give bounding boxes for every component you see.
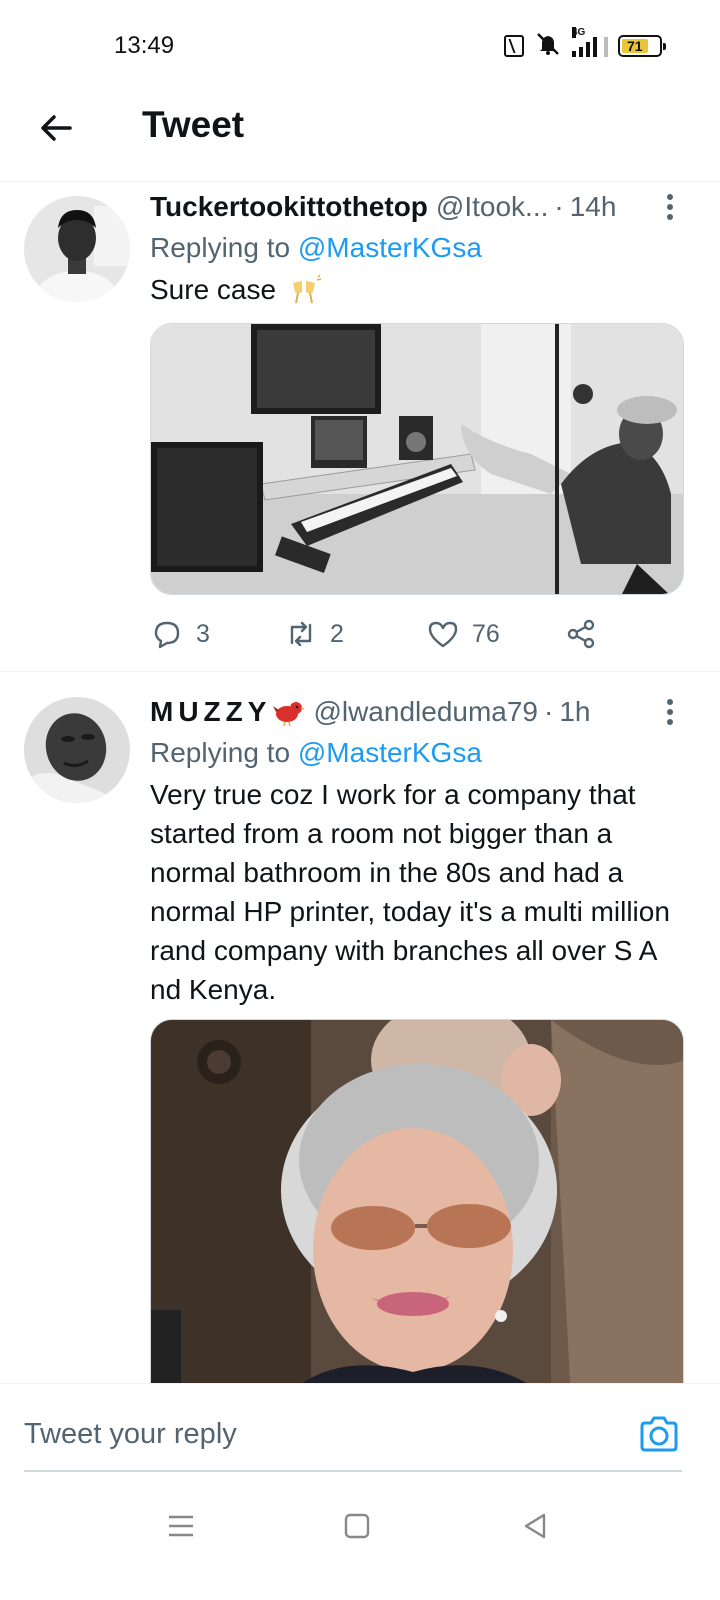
status-icons: 4G 71 [504,27,666,60]
tweet-media-image[interactable] [150,1019,684,1399]
mute-icon [534,32,562,60]
like-count: 76 [472,619,500,648]
top-app-bar: Tweet [0,90,720,182]
display-name[interactable]: MUZZY [150,696,271,728]
clinking-glasses-icon [292,275,322,304]
tweet-text-content: Sure case [150,274,277,305]
reply-button[interactable]: 3 [150,617,284,651]
replying-to-prefix: Replying to [150,737,298,768]
display-name[interactable]: Tuckertookittothetop [150,191,428,223]
mention-link[interactable]: @MasterKGsa [298,232,482,263]
reply-underline [24,1470,682,1472]
reply-composer [0,1383,720,1483]
share-button[interactable] [564,617,598,651]
heart-icon [428,621,458,648]
separator-dot: · [544,696,554,727]
user-handle[interactable]: @lwandleduma79 [313,696,538,728]
tweet-1[interactable]: Tuckertookittothetop @Itook... · 14h Rep… [0,182,720,672]
battery-icon: 71 [618,35,666,57]
reply-icon [154,621,180,649]
tweet-time: 1h [559,696,591,727]
home-square-icon[interactable] [342,1511,372,1541]
tweet-media-image[interactable] [150,323,684,595]
share-icon [567,619,595,649]
tweet-reply-input[interactable] [24,1414,624,1454]
nfc-icon [504,35,524,57]
menu-icon[interactable] [166,1511,196,1541]
red-bird-icon [273,702,306,726]
reply-count: 3 [196,619,210,648]
replying-to-prefix: Replying to [150,232,298,263]
replying-to: Replying to @MasterKGsa [150,737,682,769]
tweet-body: MUZZY @lwandleduma79 · 1h Replying to @M… [150,695,684,1399]
page-title: Tweet [142,104,245,145]
user-handle[interactable]: @Itook... [436,191,548,223]
retweet-icon [290,621,312,647]
tweet-text: Sure case [150,270,682,309]
back-triangle-icon[interactable] [520,1511,550,1541]
more-vertical-icon[interactable] [658,192,682,222]
status-bar: 13:49 4G 71 [0,0,720,90]
tweet-time: 14h [569,191,617,222]
battery-level: 71 [622,38,648,54]
tweet-actions: 3 2 76 [150,617,682,651]
tweet-header: Tuckertookittothetop @Itook... · 14h [150,190,682,224]
avatar[interactable] [24,697,130,803]
system-nav-bar [0,1483,720,1600]
signal-icon: 4G [572,27,608,57]
more-vertical-icon[interactable] [658,697,682,727]
arrow-left-icon[interactable] [36,108,76,148]
tweet-2[interactable]: MUZZY @lwandleduma79 · 1h Replying to @M… [0,673,720,1399]
replying-to: Replying to @MasterKGsa [150,232,682,264]
retweet-count: 2 [330,619,344,648]
separator-dot: · [554,191,564,222]
like-button[interactable]: 76 [426,617,564,651]
status-time: 13:49 [114,32,175,59]
mention-link[interactable]: @MasterKGsa [298,737,482,768]
network-type: 4G [572,27,586,38]
camera-icon[interactable] [638,1414,680,1454]
retweet-button[interactable]: 2 [284,617,426,651]
tweet-header: MUZZY @lwandleduma79 · 1h [150,695,682,729]
avatar[interactable] [24,196,130,302]
tweet-body: Tuckertookittothetop @Itook... · 14h Rep… [150,190,684,651]
tweet-text: Very true coz I work for a company that … [150,779,670,1005]
